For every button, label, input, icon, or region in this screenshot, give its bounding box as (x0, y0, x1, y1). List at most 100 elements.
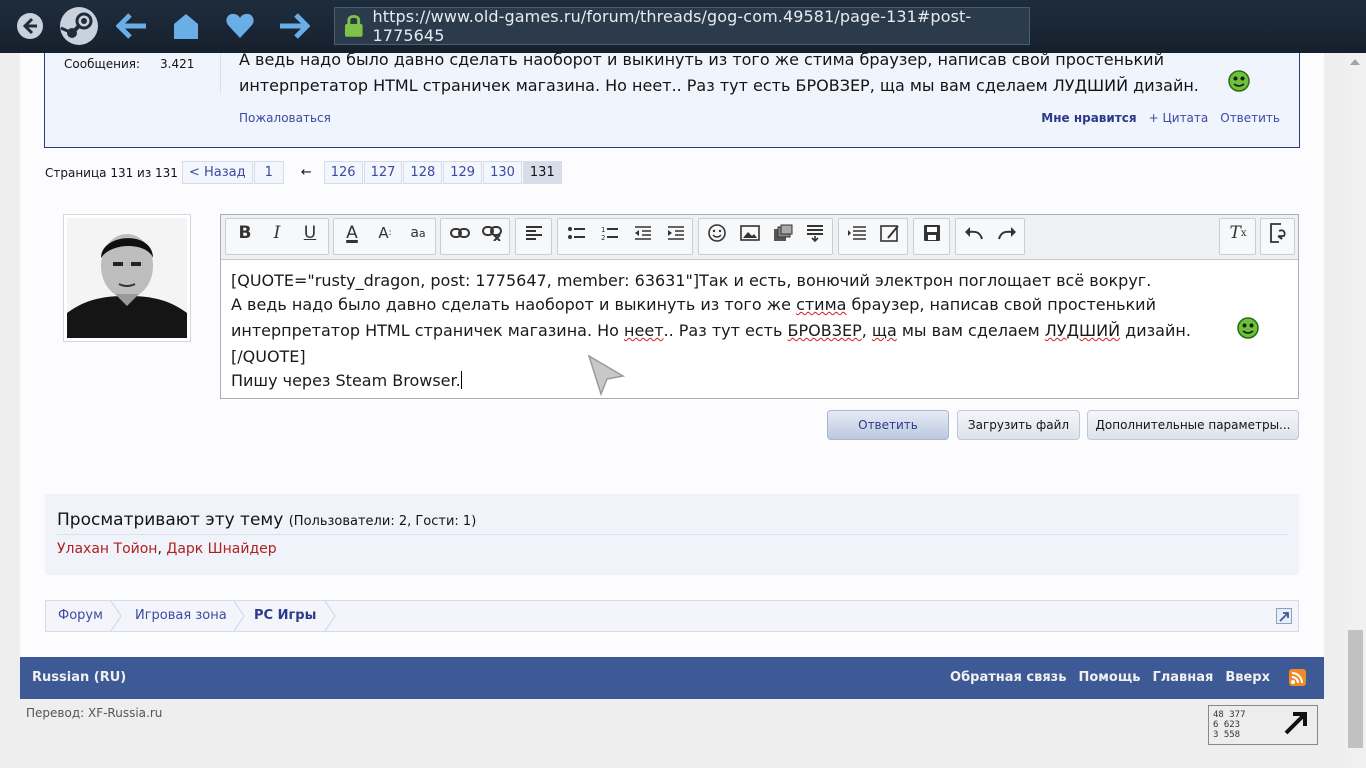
insert-icon[interactable] (802, 220, 828, 246)
liveinternet-counter[interactable]: 48 377 6 623 3 558 (1208, 705, 1318, 745)
rss-icon[interactable] (1289, 669, 1306, 686)
page-skip-arrow[interactable]: ← (301, 165, 312, 180)
thread-viewers: Просматривают эту тему (Пользователи: 2,… (45, 494, 1299, 575)
image-icon[interactable] (737, 220, 763, 246)
svg-text:2: 2 (601, 234, 605, 241)
post-text-line: А ведь надо было давно сделать наоборот … (239, 50, 1164, 69)
page-count-label: Страница 131 из 131 (45, 165, 178, 180)
steam-logo-button[interactable] (58, 5, 100, 47)
editor-line: [/QUOTE] (231, 347, 306, 366)
page-link[interactable]: 130 (483, 161, 522, 184)
home-button[interactable] (168, 8, 204, 44)
message-textarea[interactable]: [QUOTE="rusty_dragon, post: 1775647, mem… (231, 269, 1291, 393)
page-link[interactable]: 128 (403, 161, 443, 184)
numbered-list-icon[interactable]: 12 (597, 220, 623, 246)
forum-post: Сообщения: 3.421 А ведь надо было давно … (44, 50, 1300, 148)
lock-icon (344, 15, 363, 37)
svg-text:1: 1 (601, 226, 605, 234)
forward-button[interactable] (276, 8, 312, 44)
smiley-icon (1237, 317, 1259, 339)
arrow-left-icon (116, 13, 146, 39)
viewer-user-link[interactable]: Дарк Шнайдер (166, 541, 276, 557)
align-icon[interactable] (521, 220, 547, 246)
heart-icon (226, 13, 254, 39)
back-button[interactable] (114, 8, 150, 44)
footer-link-feedback[interactable]: Обратная связь (950, 670, 1066, 685)
message-editor: B I U A A: aa 12 T x [QUOTE="rusty_drago… (220, 214, 1299, 399)
page-link-first[interactable]: 1 (253, 161, 284, 184)
prev-page-button[interactable]: < Назад (181, 161, 253, 184)
footer-links: Обратная связь Помощь Главная Вверх (950, 670, 1270, 685)
post-divider (220, 53, 221, 93)
steam-icon (60, 7, 98, 45)
address-bar[interactable]: https://www.old-games.ru/forum/threads/g… (334, 7, 1030, 45)
quote-link[interactable]: + Цитата (1149, 111, 1209, 125)
more-options-button[interactable]: Дополнительные параметры... (1087, 410, 1299, 440)
breadcrumb-separator-icon (233, 601, 245, 631)
messages-count: 3.421 (160, 57, 195, 71)
scroll-up-icon[interactable] (1350, 59, 1360, 65)
editor-line: интерпретатор HTML страничек магазина. Н… (231, 321, 1191, 340)
breadcrumb-item[interactable]: Игровая зона (135, 601, 227, 631)
jump-to-icon[interactable] (1276, 608, 1292, 624)
indent-icon[interactable] (663, 220, 689, 246)
link-icon[interactable] (447, 220, 473, 246)
url-text: https://www.old-games.ru/forum/threads/g… (372, 7, 972, 45)
browser-toolbar: https://www.old-games.ru/forum/threads/g… (0, 0, 1366, 53)
smiley-icon (1228, 70, 1250, 92)
page-navigation: Страница 131 из 131 < Назад 1 ← 126 127 … (45, 161, 563, 184)
favorites-button[interactable] (222, 8, 258, 44)
bullet-list-icon[interactable] (564, 220, 590, 246)
text-color-icon[interactable]: A (339, 220, 365, 246)
breadcrumb-separator-icon (324, 601, 336, 631)
scrollbar[interactable] (1345, 53, 1366, 768)
page-link[interactable]: 126 (323, 161, 363, 184)
back-circle-button[interactable] (12, 8, 48, 44)
translation-credit: Перевод: XF-Russia.ru (26, 706, 163, 720)
font-family-icon[interactable]: aa (405, 220, 431, 246)
breadcrumb: Форум Игровая зона PC Игры (45, 600, 1299, 632)
upload-file-button[interactable]: Загрузить файл (957, 410, 1080, 440)
footer-link-top[interactable]: Вверх (1225, 670, 1270, 685)
viewers-heading: Просматривают эту тему (Пользователи: 2,… (57, 510, 477, 530)
page-link-current[interactable]: 131 (522, 161, 562, 184)
page-link[interactable]: 127 (363, 161, 403, 184)
media-icon[interactable] (770, 220, 796, 246)
insert-block-icon[interactable] (844, 220, 870, 246)
viewers-divider (57, 534, 1287, 535)
edit-source-icon[interactable] (877, 220, 903, 246)
save-draft-icon[interactable] (919, 220, 945, 246)
post-text-line: интерпретатор HTML страничек магазина. Н… (239, 76, 1199, 95)
italic-icon[interactable]: I (264, 220, 290, 246)
underline-icon[interactable]: U (297, 220, 323, 246)
footer-link-home[interactable]: Главная (1152, 670, 1213, 685)
redo-icon[interactable] (994, 220, 1020, 246)
report-link[interactable]: Пожаловаться (239, 111, 331, 125)
post-actions: Мне нравится + Цитата Ответить (1041, 111, 1280, 125)
reply-button[interactable]: Ответить (827, 410, 949, 440)
footer-bar: Russian (RU) Обратная связь Помощь Главн… (20, 657, 1324, 699)
mouse-cursor-icon (587, 354, 626, 396)
font-size-icon[interactable]: A: (372, 220, 398, 246)
page-link[interactable]: 129 (443, 161, 483, 184)
viewer-user-link[interactable]: Улахан Тойон (57, 541, 157, 557)
breadcrumb-item[interactable]: Форум (58, 601, 103, 631)
unlink-icon[interactable] (479, 220, 505, 246)
smilie-icon[interactable] (704, 220, 730, 246)
editor-toolbar: B I U A A: aa 12 T x (221, 215, 1298, 260)
footer-link-help[interactable]: Помощь (1078, 670, 1140, 685)
counter-arrow-icon (1284, 712, 1307, 735)
editor-line: А ведь надо было давно сделать наоборот … (231, 295, 1156, 314)
toggle-bbcode-icon[interactable] (1265, 220, 1291, 246)
scrollbar-thumb[interactable] (1348, 630, 1363, 748)
avatar-image (67, 218, 187, 338)
remove-formatting-icon[interactable]: Tx (1225, 220, 1251, 246)
avatar[interactable] (63, 214, 191, 342)
bold-icon[interactable]: B (232, 220, 258, 246)
breadcrumb-item-current[interactable]: PC Игры (254, 601, 316, 631)
undo-icon[interactable] (961, 220, 987, 246)
reply-link[interactable]: Ответить (1220, 111, 1280, 125)
like-link[interactable]: Мне нравится (1041, 111, 1136, 125)
outdent-icon[interactable] (630, 220, 656, 246)
language-chooser[interactable]: Russian (RU) (32, 670, 126, 685)
